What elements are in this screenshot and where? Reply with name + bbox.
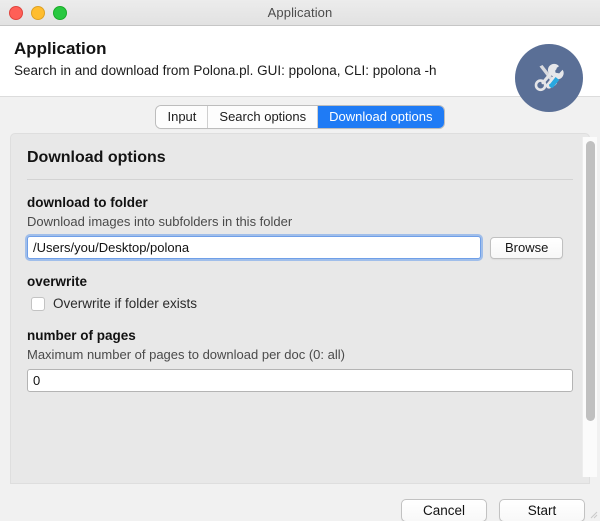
vertical-scrollbar[interactable] — [582, 137, 597, 477]
browse-button[interactable]: Browse — [490, 236, 564, 259]
number-of-pages-row — [27, 369, 573, 392]
field-overwrite: overwrite Overwrite if folder exists — [25, 273, 575, 313]
titlebar: Application — [0, 0, 600, 26]
number-of-pages-help: Maximum number of pages to download per … — [27, 347, 345, 362]
title-divider — [27, 179, 573, 180]
download-folder-input[interactable] — [27, 236, 481, 259]
tab-group: Input Search options Download options — [156, 105, 444, 128]
field-number-of-pages: number of pages Maximum number of pages … — [25, 327, 575, 392]
field-download-to-folder: download to folder Download images into … — [25, 194, 575, 259]
app-title: Application — [14, 39, 107, 58]
close-window-button[interactable] — [9, 5, 23, 20]
app-subtitle: Search in and download from Polona.pl. G… — [14, 63, 437, 78]
overwrite-checkbox[interactable] — [31, 297, 45, 311]
scrollbar-thumb[interactable] — [586, 141, 595, 421]
tools-icon — [515, 44, 583, 112]
application-window: Application Application Search in and do… — [0, 0, 600, 521]
overwrite-checkbox-row[interactable]: Overwrite if folder exists — [27, 295, 573, 313]
minimize-window-button[interactable] — [31, 5, 45, 20]
footer-actions: Cancel Start — [0, 484, 600, 521]
tab-input[interactable]: Input — [156, 105, 209, 128]
tab-search-options[interactable]: Search options — [208, 105, 319, 128]
tab-strip: Input Search options Download options — [0, 97, 600, 133]
number-of-pages-input[interactable] — [27, 369, 573, 392]
download-folder-label: download to folder — [27, 195, 148, 210]
download-options-panel: Download options download to folder Down… — [10, 133, 590, 484]
cancel-button[interactable]: Cancel — [401, 499, 487, 521]
download-folder-help: Download images into subfolders in this … — [27, 214, 293, 229]
download-folder-row: Browse — [27, 236, 573, 259]
window-title: Application — [267, 5, 333, 20]
content-area: Download options download to folder Down… — [0, 133, 600, 484]
start-button[interactable]: Start — [499, 499, 585, 521]
window-controls — [9, 0, 67, 25]
overwrite-checkbox-label: Overwrite if folder exists — [53, 296, 198, 311]
tab-download-options[interactable]: Download options — [318, 105, 444, 128]
maximize-window-button[interactable] — [53, 5, 67, 20]
overwrite-label: overwrite — [27, 274, 88, 289]
app-header: Application Search in and download from … — [0, 26, 600, 112]
resize-handle[interactable] — [588, 509, 598, 519]
number-of-pages-label: number of pages — [27, 328, 136, 343]
page-title: Download options — [27, 149, 166, 166]
